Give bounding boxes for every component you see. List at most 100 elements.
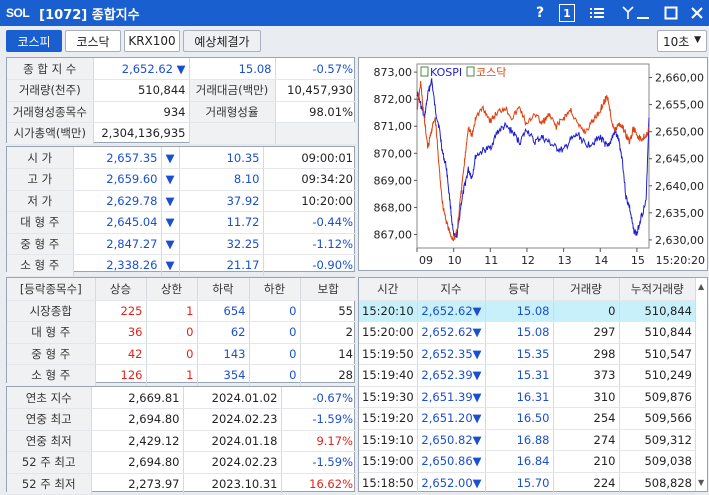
- formed-count-label: 거래형성종목수: [7, 101, 94, 123]
- close-icon[interactable]: [688, 4, 706, 22]
- ohlc-extra: -0.90%: [263, 254, 356, 277]
- tick-time: 15:19:40: [359, 364, 418, 387]
- down-arrow-icon: ▼: [161, 168, 180, 191]
- breadth-row: 소 형 주 126 1 354 0 28: [7, 364, 356, 387]
- down-arrow-icon: ▼: [472, 411, 482, 426]
- tick-row[interactable]: 15:19:20 2,651.20▼ 16.50 254 509,566: [359, 407, 695, 430]
- tick-time: 15:19:10: [359, 429, 418, 451]
- scroll-up-icon[interactable]: ▲: [698, 282, 704, 291]
- yearly-pct: -0.67%: [281, 387, 356, 409]
- breadth-header-cell: 상한: [146, 278, 198, 301]
- tick-volume: 373: [553, 364, 620, 387]
- ohlc-extra: 10:20:00: [263, 190, 356, 212]
- breadth-down: 143: [197, 343, 250, 365]
- ticks-scrollbar[interactable]: ▲ ▼: [695, 278, 707, 491]
- yearly-date: 2024.02.23: [183, 451, 282, 474]
- minimize-icon[interactable]: [634, 4, 652, 22]
- breadth-down: 354: [197, 364, 250, 387]
- tick-row[interactable]: 15:19:30 2,651.39▼ 16.31 310 509,876: [359, 386, 695, 408]
- left-tick-label: 871,00: [374, 120, 413, 133]
- legend-label: 코스닥: [476, 66, 506, 79]
- ohlc-label: 중 형 주: [7, 233, 74, 255]
- yearly-label: 52 주 최저: [7, 473, 92, 495]
- ohlc-value: 2,659.60: [73, 168, 162, 191]
- tick-row[interactable]: 15:19:50 2,652.35▼ 15.35 298 510,547: [359, 343, 695, 365]
- tick-row[interactable]: 15:19:00 2,650.86▼ 16.84 210 509,038: [359, 450, 695, 473]
- tick-time: 15:19:20: [359, 407, 418, 430]
- down-arrow-icon: ▼: [161, 147, 180, 169]
- breadth-row: 시장종합 225 1 654 0 55: [7, 300, 356, 322]
- down-arrow-icon: ▼: [161, 233, 180, 255]
- screen-number-icon[interactable]: 1: [559, 4, 575, 22]
- tab-krx100[interactable]: KRX100: [124, 30, 180, 52]
- tick-index: 2,650.86▼: [417, 450, 486, 473]
- tab-kosdaq[interactable]: 코스닥: [65, 30, 121, 52]
- right-tick-label: 2,640,00: [655, 180, 704, 193]
- breadth-up: 126: [95, 364, 147, 387]
- left-tick-label: 869,00: [374, 174, 413, 187]
- ohlc-label: 저 가: [7, 190, 74, 212]
- yearly-row: 52 주 최고 2,694.80 2024.02.23 -1.59%: [7, 451, 356, 474]
- right-tick-label: 2,635,00: [655, 207, 704, 220]
- tab-kospi[interactable]: 코스피: [6, 30, 62, 52]
- breadth-header-cell: 보합: [300, 278, 356, 301]
- tick-index-value: 2,651.20: [421, 411, 473, 426]
- down-arrow-icon: ▼: [161, 211, 180, 234]
- tick-row[interactable]: 15:19:10 2,650.82▼ 16.88 274 509,312: [359, 429, 695, 451]
- market-cap-value: 2,304,136,935: [93, 122, 190, 145]
- formed-rate-value: 98.01%: [275, 101, 356, 123]
- left-tick-label: 868,00: [374, 201, 413, 214]
- volume-label: 거래량(천주): [7, 79, 94, 102]
- right-tick-label: 2,655,00: [655, 99, 704, 112]
- tick-cum-volume: 510,547: [619, 343, 695, 365]
- ohlc-change: 37.92: [179, 190, 264, 212]
- interval-select[interactable]: 10초 ▼: [657, 30, 707, 52]
- maximize-icon[interactable]: [662, 4, 680, 22]
- ohlc-value: 2,645.04: [73, 211, 162, 234]
- left-tick-label: 873,00: [374, 66, 413, 79]
- ohlc-change: 21.17: [179, 254, 264, 277]
- ohlc-row: 소 형 주 2,338.26 ▼ 21.17 -0.90%: [7, 254, 356, 277]
- down-arrow-icon: ▼: [472, 346, 482, 361]
- amount-label: 거래대금(백만): [189, 79, 276, 102]
- ohlc-row: 시 가 2,657.35 ▼ 10.35 09:00:01: [7, 147, 356, 169]
- tick-time: 15:19:50: [359, 343, 418, 365]
- tick-row[interactable]: 15:18:50 2,652.00▼ 15.70 224 508,828: [359, 472, 695, 494]
- interval-value: 10초: [663, 34, 690, 49]
- ticks-header-cell: 거래량: [553, 278, 620, 301]
- ohlc-extra: -0.44%: [263, 211, 356, 234]
- index-value: 2,652.62 ▼: [93, 58, 190, 80]
- ohlc-row: 대 형 주 2,645.04 ▼ 11.72 -0.44%: [7, 211, 356, 234]
- tick-change: 15.31: [485, 364, 554, 387]
- ohlc-label: 시 가: [7, 147, 74, 169]
- down-arrow-icon: ▼: [472, 454, 482, 469]
- breadth-upper: 0: [146, 343, 198, 365]
- legend-swatch-icon: [420, 66, 429, 77]
- yearly-date: 2024.01.02: [183, 387, 282, 409]
- menu-icon[interactable]: [588, 4, 606, 22]
- tick-row[interactable]: 15:20:00 2,652.62▼ 15.08 297 510,844: [359, 321, 695, 344]
- ohlc-panel: 시 가 2,657.35 ▼ 10.35 09:00:01 고 가 2,659.60 ▼ 8.1…: [6, 146, 356, 277]
- tick-row[interactable]: 15:20:10 2,652.62▼ 15.08 0 510,844: [359, 300, 695, 322]
- ohlc-extra: 09:00:01: [263, 147, 356, 169]
- breadth-label: 시장종합: [7, 300, 96, 322]
- tick-volume: 298: [553, 343, 620, 365]
- breadth-panel: [등락종목수] 상승 상한 하락 하한 보합 시장종합 225 1 654 0 55 대 형 주 36 0 6…: [6, 277, 356, 387]
- ohlc-label: 고 가: [7, 168, 74, 191]
- tick-index-value: 2,652.62: [421, 303, 473, 318]
- breadth-label: 중 형 주: [7, 343, 96, 365]
- yearly-value: 2,669.81: [91, 387, 184, 409]
- breadth-lower: 0: [249, 321, 301, 344]
- tab-expected-price[interactable]: 예상체결가: [183, 30, 261, 52]
- scroll-down-icon[interactable]: ▼: [698, 478, 704, 487]
- summary-panel: 종 합 지 수 2,652.62 ▼ 15.08 -0.57% 거래량(천주) …: [6, 57, 356, 145]
- yearly-date: 2024.02.23: [183, 408, 282, 431]
- chevron-down-icon: ▼: [694, 35, 701, 45]
- index-label: 종 합 지 수: [7, 58, 94, 80]
- help-icon[interactable]: ?: [532, 4, 548, 22]
- tick-time: 15:19:00: [359, 450, 418, 473]
- left-tick-label: 872,00: [374, 93, 413, 106]
- breadth-upper: 0: [146, 321, 198, 344]
- ohlc-row: 중 형 주 2,847.27 ▼ 32.25 -1.12%: [7, 233, 356, 255]
- tick-row[interactable]: 15:19:40 2,652.39▼ 15.31 373 510,249: [359, 364, 695, 387]
